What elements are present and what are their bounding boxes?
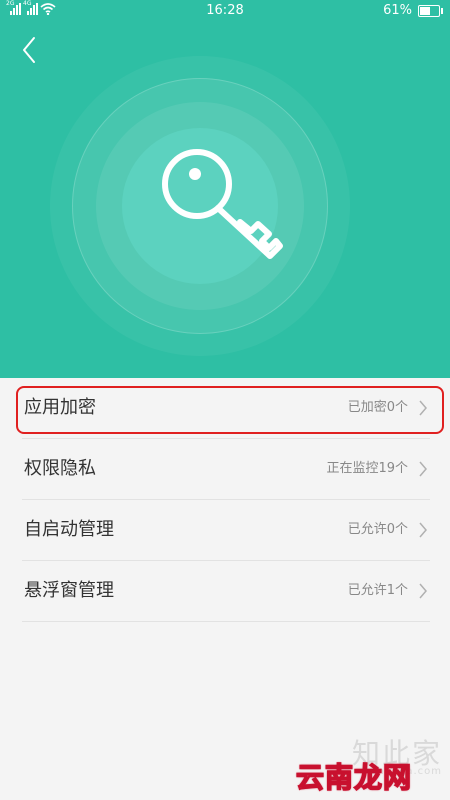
menu-item-label: 自启动管理 (24, 519, 114, 540)
back-arrow-icon (23, 37, 35, 63)
menu-item-label: 悬浮窗管理 (24, 580, 114, 601)
menu-item-permission-privacy[interactable]: 权限隐私 正在监控19个 (22, 439, 430, 500)
chevron-right-icon (419, 522, 427, 538)
menu-item-value: 正在监控19个 (326, 461, 408, 476)
status-bar: 2G 4G 16:28 61% (0, 0, 450, 24)
battery-percent: 61% (383, 3, 412, 18)
menu-item-value: 已允许1个 (347, 583, 408, 598)
menu-item-floating-window[interactable]: 悬浮窗管理 已允许1个 (22, 561, 430, 622)
battery-icon (418, 4, 443, 17)
watermark-yunnan: 云南龙网 (295, 760, 412, 795)
chevron-right-icon (419, 461, 427, 477)
back-button[interactable] (16, 34, 44, 66)
key-icon (162, 149, 283, 259)
menu-item-value: 已允许0个 (347, 522, 408, 537)
chevron-right-icon (419, 583, 427, 599)
battery-fill (420, 6, 430, 15)
menu-item-label: 权限隐私 (24, 458, 96, 479)
battery-status: 61% (383, 3, 443, 18)
menu-item-autostart[interactable]: 自启动管理 已允许0个 (22, 500, 430, 561)
highlight-box (16, 386, 444, 434)
header-banner: 2G 4G 16:28 61% (0, 0, 450, 378)
